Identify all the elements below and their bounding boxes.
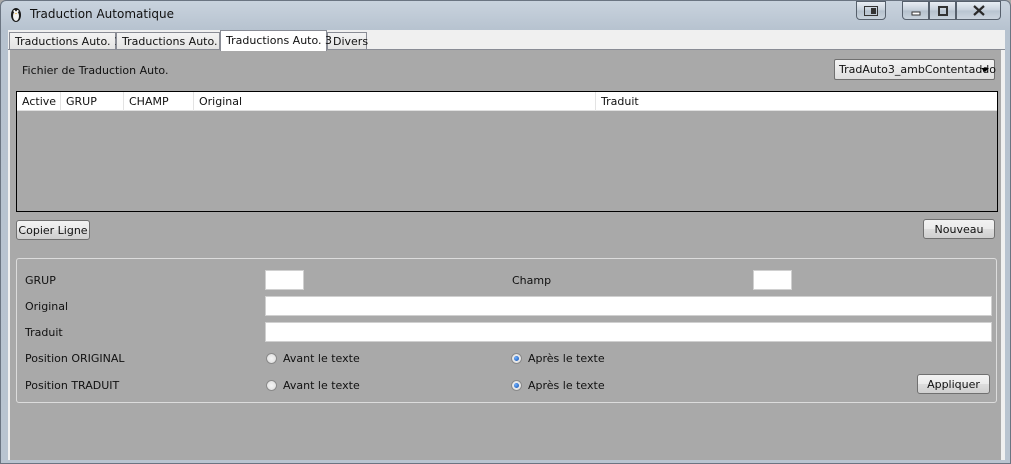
edit-group: GRUP Champ Original Traduit Position ORI… xyxy=(16,258,997,403)
grid-header: Active GRUP CHAMP Original Traduit xyxy=(17,92,997,111)
title-bar[interactable]: Traduction Automatique xyxy=(1,1,1010,29)
radio-label: Après le texte xyxy=(528,352,605,365)
window-mode-icon xyxy=(864,5,878,16)
minimize-icon xyxy=(911,11,920,15)
maximize-icon xyxy=(937,5,948,16)
translations-grid[interactable]: Active GRUP CHAMP Original Traduit xyxy=(16,91,998,212)
column-header-grup[interactable]: GRUP xyxy=(61,92,124,111)
position-original-after-radio[interactable]: Après le texte xyxy=(511,352,605,365)
radio-label: Après le texte xyxy=(528,379,605,392)
champ-field[interactable] xyxy=(753,270,792,290)
file-label: Fichier de Traduction Auto. xyxy=(22,64,169,77)
position-traduit-label: Position TRADUIT xyxy=(25,379,120,392)
grup-field[interactable] xyxy=(265,270,304,290)
close-icon xyxy=(972,5,985,16)
caption-extra-button[interactable] xyxy=(856,1,886,20)
file-select[interactable]: TradAuto3_ambContentaddo xyxy=(834,59,997,80)
apply-button[interactable]: Appliquer xyxy=(917,374,990,394)
maximize-button[interactable] xyxy=(929,1,956,20)
tab-label: Traductions Auto. 1 xyxy=(15,35,122,48)
new-button[interactable]: Nouveau xyxy=(923,219,995,239)
tab-traductions-auto-1[interactable]: Traductions Auto. 1 xyxy=(9,32,121,50)
position-original-before-radio[interactable]: Avant le texte xyxy=(266,352,360,365)
app-window: Traduction Automatique Traductions Auto. xyxy=(0,0,1011,464)
tab-traductions-auto-3[interactable]: Traductions Auto. 3 xyxy=(220,30,332,51)
champ-label: Champ xyxy=(512,274,552,287)
window-client-area: Traductions Auto. 1 Traductions Auto. 2 … xyxy=(8,30,1005,460)
app-icon xyxy=(11,8,21,22)
tab-divers[interactable]: Divers xyxy=(327,32,369,50)
position-original-label: Position ORIGINAL xyxy=(25,352,125,365)
tab-label: Traductions Auto. 3 xyxy=(226,34,333,47)
tab-strip: Traductions Auto. 1 Traductions Auto. 2 … xyxy=(8,30,1005,51)
column-header-original[interactable]: Original xyxy=(194,92,596,111)
file-select-value: TradAuto3_ambContentaddo xyxy=(839,63,997,76)
traduit-field[interactable] xyxy=(265,322,992,342)
column-header-champ[interactable]: CHAMP xyxy=(124,92,194,111)
radio-unchecked-icon xyxy=(266,353,277,364)
tab-label: Traductions Auto. 2 xyxy=(122,35,229,48)
tab-label: Divers xyxy=(333,35,369,48)
chevron-down-icon xyxy=(981,68,989,72)
minimize-button[interactable] xyxy=(902,1,929,20)
position-traduit-after-radio[interactable]: Après le texte xyxy=(511,379,605,392)
radio-label: Avant le texte xyxy=(283,379,360,392)
close-button[interactable] xyxy=(956,1,1001,20)
column-header-active[interactable]: Active xyxy=(17,92,61,111)
tab-panel: Fichier de Traduction Auto. TradAuto3_am… xyxy=(10,50,1001,460)
radio-checked-icon xyxy=(511,380,522,391)
original-field[interactable] xyxy=(265,296,992,316)
window-title: Traduction Automatique xyxy=(30,7,175,21)
column-header-traduit[interactable]: Traduit xyxy=(596,92,997,111)
copy-line-button[interactable]: Copier Ligne xyxy=(16,220,90,240)
position-traduit-before-radio[interactable]: Avant le texte xyxy=(266,379,360,392)
radio-label: Avant le texte xyxy=(283,352,360,365)
grup-label: GRUP xyxy=(25,274,56,287)
radio-unchecked-icon xyxy=(266,380,277,391)
traduit-label: Traduit xyxy=(25,326,63,339)
original-label: Original xyxy=(25,300,69,313)
radio-checked-icon xyxy=(511,353,522,364)
tab-traductions-auto-2[interactable]: Traductions Auto. 2 xyxy=(116,32,228,50)
